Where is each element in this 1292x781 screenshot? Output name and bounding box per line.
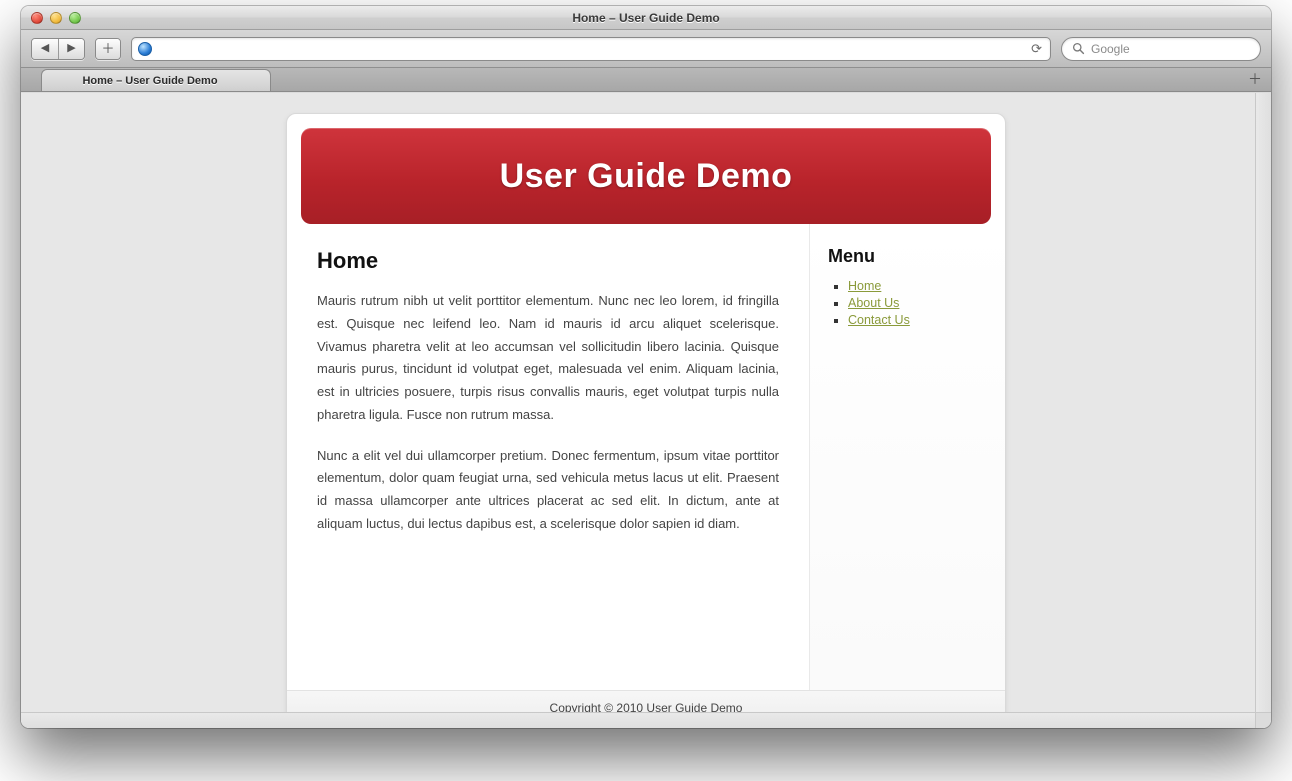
- menu-link-home[interactable]: Home: [848, 279, 881, 293]
- add-bookmark: ＋: [95, 38, 121, 60]
- sidebar-heading: Menu: [828, 246, 987, 267]
- window-titlebar: Home – User Guide Demo: [21, 6, 1271, 30]
- window-controls: [31, 12, 81, 24]
- tab-label: Home – User Guide Demo: [82, 75, 217, 87]
- scroll-corner: [1255, 712, 1271, 728]
- browser-viewport: User Guide Demo Home Mauris rutrum nibh …: [21, 92, 1271, 728]
- menu-item-contact: Contact Us: [848, 313, 987, 327]
- browser-window: Home – User Guide Demo ◀ ▶ ＋ ⟳ Home – Us…: [21, 6, 1271, 728]
- menu-link-contact[interactable]: Contact Us: [848, 313, 910, 327]
- page-card: User Guide Demo Home Mauris rutrum nibh …: [286, 113, 1006, 728]
- menu-link-about[interactable]: About Us: [848, 296, 899, 310]
- vertical-scrollbar[interactable]: [1255, 93, 1271, 712]
- url-input[interactable]: [158, 42, 1023, 56]
- forward-button[interactable]: ▶: [58, 39, 84, 59]
- browser-toolbar: ◀ ▶ ＋ ⟳: [21, 30, 1271, 68]
- horizontal-scrollbar[interactable]: [21, 712, 1255, 728]
- favicon-icon: [138, 42, 152, 56]
- search-bar[interactable]: [1061, 37, 1261, 61]
- close-icon[interactable]: [31, 12, 43, 24]
- paragraph: Mauris rutrum nibh ut velit porttitor el…: [317, 290, 779, 427]
- reload-icon[interactable]: ⟳: [1029, 41, 1044, 57]
- search-input[interactable]: [1091, 42, 1250, 56]
- main-content: Home Mauris rutrum nibh ut velit porttit…: [287, 224, 809, 690]
- menu-list: Home About Us Contact Us: [828, 279, 987, 327]
- tab-strip: Home – User Guide Demo ＋: [21, 68, 1271, 92]
- hero-title: User Guide Demo: [500, 157, 793, 196]
- nav-buttons: ◀ ▶: [31, 38, 85, 60]
- paragraph: Nunc a elit vel dui ullamcorper pretium.…: [317, 445, 779, 536]
- window-title: Home – User Guide Demo: [21, 11, 1271, 25]
- menu-item-about: About Us: [848, 296, 987, 310]
- tab-home[interactable]: Home – User Guide Demo: [41, 69, 271, 91]
- page-hero: User Guide Demo: [301, 128, 991, 224]
- new-tab-button[interactable]: ＋: [1247, 71, 1263, 87]
- sidebar: Menu Home About Us Contact Us: [809, 224, 1005, 690]
- search-icon: [1072, 42, 1085, 55]
- page-body: Home Mauris rutrum nibh ut velit porttit…: [287, 224, 1005, 690]
- minimize-icon[interactable]: [50, 12, 62, 24]
- menu-item-home: Home: [848, 279, 987, 293]
- page-heading: Home: [317, 248, 779, 274]
- zoom-icon[interactable]: [69, 12, 81, 24]
- back-button[interactable]: ◀: [32, 39, 58, 59]
- add-bookmark-button[interactable]: ＋: [96, 39, 120, 59]
- address-bar[interactable]: ⟳: [131, 37, 1051, 61]
